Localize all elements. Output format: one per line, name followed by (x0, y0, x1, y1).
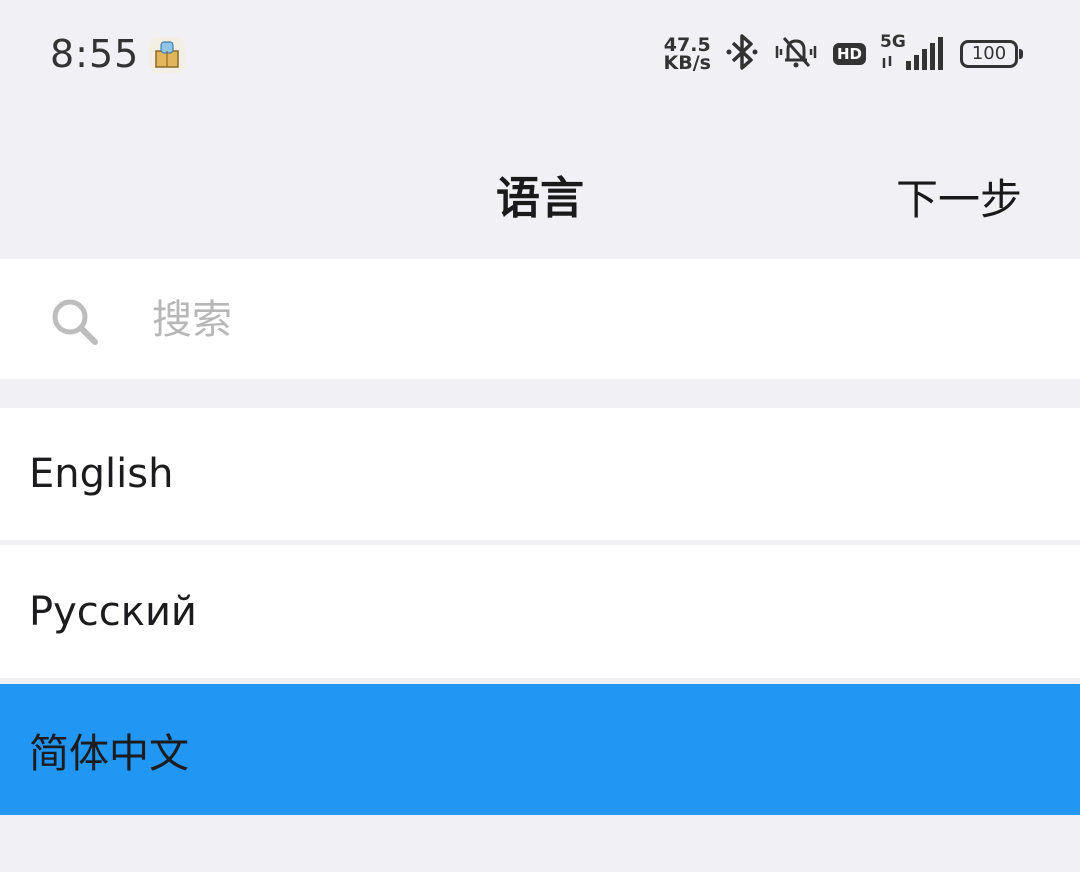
language-label: Русский (29, 588, 197, 635)
search-input[interactable] (150, 287, 1034, 353)
language-item-english[interactable]: English (0, 408, 1080, 540)
net-speed-unit: KB/s (663, 52, 711, 74)
status-icons: 47.5 KB/s HD 5G 100 (663, 32, 1023, 76)
next-button[interactable]: 下一步 (896, 166, 1022, 227)
net-speed: 47.5 KB/s (663, 36, 711, 74)
language-label: English (29, 451, 174, 497)
bluetooth-icon (725, 32, 759, 76)
language-label: 简体中文 (29, 730, 189, 777)
nav-bar: 语言 下一步 (0, 110, 1080, 258)
language-item-simplified-chinese[interactable]: 简体中文 (0, 684, 1080, 815)
signal-icon: 5G (880, 34, 946, 74)
muted-bell-icon (773, 32, 819, 76)
app-icon (149, 37, 185, 73)
hd-icon: HD (832, 43, 866, 65)
battery-icon: 100 (960, 40, 1023, 68)
search-icon (48, 295, 100, 347)
status-time: 8:55 (50, 32, 140, 76)
status-bar: 8:55 47.5 KB/s HD 5G 100 (0, 0, 1080, 110)
language-item-russian[interactable]: Русский (0, 545, 1080, 678)
search-bar (0, 259, 1080, 379)
